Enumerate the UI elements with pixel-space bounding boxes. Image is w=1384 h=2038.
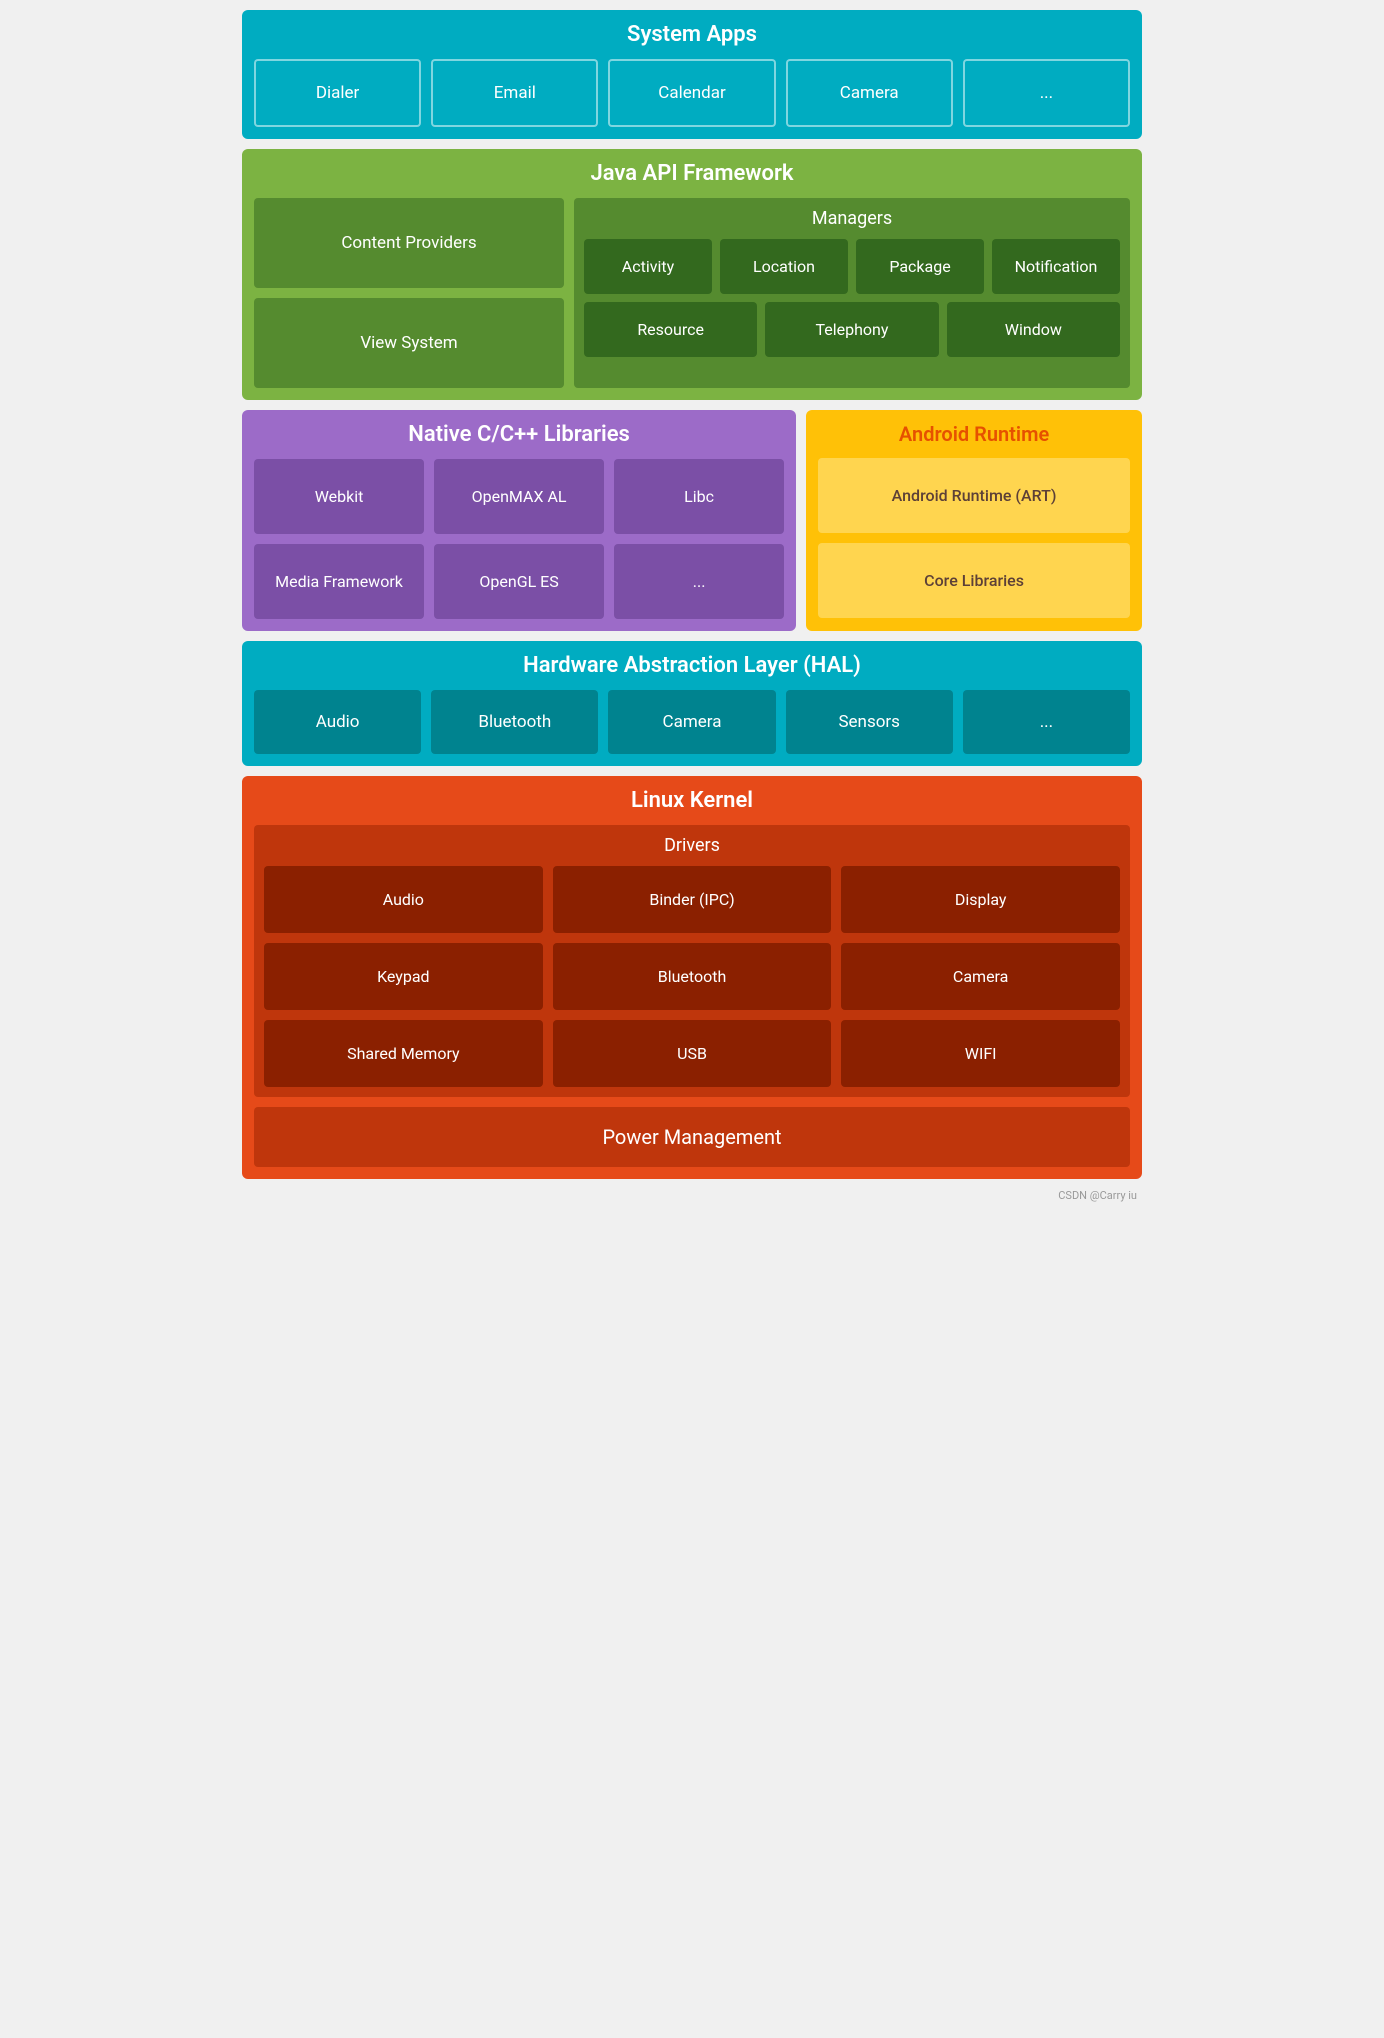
system-app-camera: Camera [786, 59, 953, 127]
hal-more: ... [963, 690, 1130, 754]
android-runtime-section: Android Runtime Android Runtime (ART) Co… [806, 410, 1142, 631]
manager-resource: Resource [584, 302, 757, 357]
lib-webkit: Webkit [254, 459, 424, 534]
linux-kernel-section: Linux Kernel Drivers Audio Binder (IPC) … [242, 776, 1142, 1179]
drivers-box: Drivers Audio Binder (IPC) Display Keypa… [254, 825, 1130, 1097]
lib-openmax: OpenMAX AL [434, 459, 604, 534]
system-app-more: ... [963, 59, 1130, 127]
lib-media: Media Framework [254, 544, 424, 619]
content-providers: Content Providers [254, 198, 564, 288]
manager-activity: Activity [584, 239, 712, 294]
manager-location: Location [720, 239, 848, 294]
system-apps-title: System Apps [254, 22, 1130, 47]
core-libraries-item: Core Libraries [818, 543, 1130, 618]
system-app-dialer: Dialer [254, 59, 421, 127]
view-system: View System [254, 298, 564, 388]
linux-kernel-title: Linux Kernel [254, 788, 1130, 813]
java-api-left-col: Content Providers View System [254, 198, 564, 388]
driver-display: Display [841, 866, 1120, 933]
driver-keypad: Keypad [264, 943, 543, 1010]
managers-title: Managers [584, 208, 1120, 229]
hal-audio: Audio [254, 690, 421, 754]
power-management: Power Management [254, 1107, 1130, 1167]
native-runtime-row: Native C/C++ Libraries Webkit OpenMAX AL… [242, 410, 1142, 631]
drivers-title: Drivers [264, 835, 1120, 856]
driver-shared-memory: Shared Memory [264, 1020, 543, 1087]
manager-telephony: Telephony [765, 302, 938, 357]
system-apps-section: System Apps Dialer Email Calendar Camera… [242, 10, 1142, 139]
art-item: Android Runtime (ART) [818, 458, 1130, 533]
managers-row2: Resource Telephony Window [584, 302, 1120, 357]
java-api-section: Java API Framework Content Providers Vie… [242, 149, 1142, 400]
lib-more: ... [614, 544, 784, 619]
managers-row1: Activity Location Package Notification [584, 239, 1120, 294]
hal-camera: Camera [608, 690, 775, 754]
system-app-calendar: Calendar [608, 59, 775, 127]
lib-libc: Libc [614, 459, 784, 534]
driver-audio: Audio [264, 866, 543, 933]
watermark: CSDN @Carry iu [242, 1189, 1142, 1202]
driver-camera: Camera [841, 943, 1120, 1010]
system-app-email: Email [431, 59, 598, 127]
android-architecture-diagram: System Apps Dialer Email Calendar Camera… [242, 10, 1142, 1202]
native-libs-section: Native C/C++ Libraries Webkit OpenMAX AL… [242, 410, 796, 631]
hal-section: Hardware Abstraction Layer (HAL) Audio B… [242, 641, 1142, 766]
system-apps-items: Dialer Email Calendar Camera ... [254, 59, 1130, 127]
driver-wifi: WIFI [841, 1020, 1120, 1087]
driver-usb: USB [553, 1020, 832, 1087]
lib-opengl: OpenGL ES [434, 544, 604, 619]
hal-title: Hardware Abstraction Layer (HAL) [254, 653, 1130, 678]
managers-col: Managers Activity Location Package Notif… [574, 198, 1130, 388]
hal-bluetooth: Bluetooth [431, 690, 598, 754]
native-libs-title: Native C/C++ Libraries [254, 422, 784, 447]
driver-bluetooth: Bluetooth [553, 943, 832, 1010]
android-runtime-title: Android Runtime [818, 422, 1130, 446]
manager-window: Window [947, 302, 1120, 357]
driver-binder: Binder (IPC) [553, 866, 832, 933]
manager-package: Package [856, 239, 984, 294]
manager-notification: Notification [992, 239, 1120, 294]
java-api-title: Java API Framework [254, 161, 1130, 186]
java-api-inner: Content Providers View System Managers A… [254, 198, 1130, 388]
hal-sensors: Sensors [786, 690, 953, 754]
native-libs-grid: Webkit OpenMAX AL Libc Media Framework O… [254, 459, 784, 619]
hal-items: Audio Bluetooth Camera Sensors ... [254, 690, 1130, 754]
drivers-grid: Audio Binder (IPC) Display Keypad Blueto… [264, 866, 1120, 1087]
